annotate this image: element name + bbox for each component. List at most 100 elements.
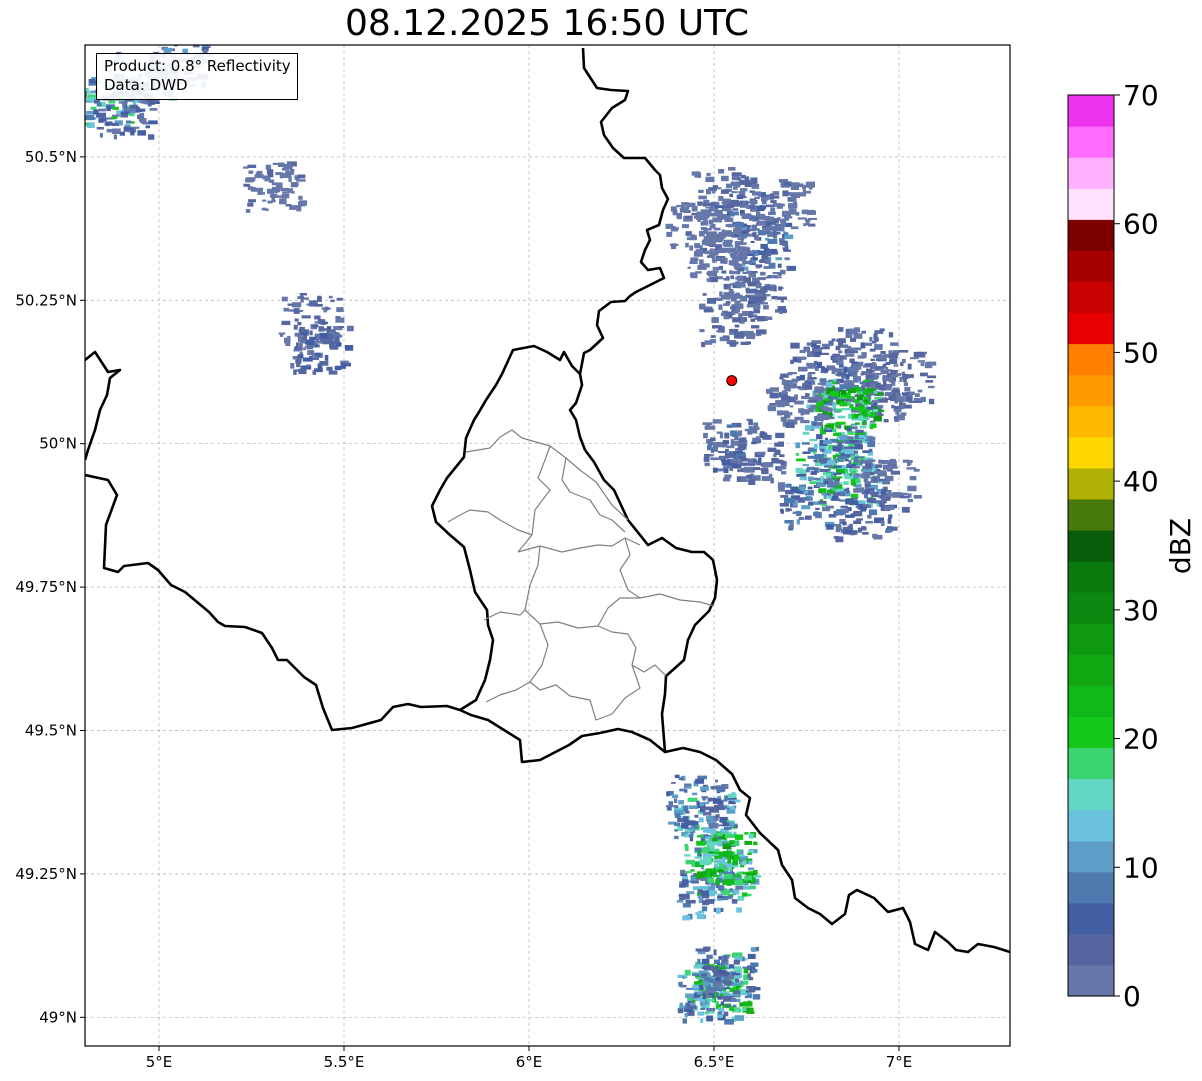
- echo-pixel: [869, 380, 875, 384]
- echo-pixel: [896, 414, 905, 421]
- echo-pixel: [752, 296, 763, 303]
- echo-pixel: [271, 187, 278, 190]
- echo-pixel: [721, 294, 726, 299]
- echo-pixel: [732, 186, 738, 190]
- echo-pixel: [736, 307, 740, 313]
- echo-pixel: [121, 111, 129, 115]
- echo-pixel: [74, 95, 84, 99]
- echo-pixel: [738, 191, 746, 194]
- echo-pixel: [801, 505, 811, 510]
- echo-pixel: [733, 959, 740, 965]
- echo-pixel: [298, 329, 303, 333]
- echo-pixel: [743, 233, 752, 237]
- echo-pixel: [248, 170, 254, 174]
- echo-pixel: [668, 801, 673, 806]
- echo-pixel: [731, 983, 740, 986]
- echo-pixel: [679, 884, 686, 888]
- echo-pixel: [750, 318, 756, 322]
- echo-pixel: [707, 885, 716, 891]
- echo-pixel: [699, 808, 706, 813]
- echo-pixel: [266, 169, 274, 175]
- echo-pixel: [722, 895, 733, 899]
- lon-tick-label: 5°E: [146, 1053, 173, 1071]
- echo-pixel: [884, 367, 889, 370]
- colorbar-segment: [1068, 188, 1114, 220]
- echo-pixel: [695, 948, 706, 952]
- echo-pixel: [738, 193, 745, 198]
- echo-pixel: [858, 415, 864, 421]
- echo-pixel: [864, 494, 869, 499]
- echo-pixel: [786, 385, 795, 389]
- echo-pixel: [869, 426, 874, 430]
- echo-pixel: [688, 834, 694, 838]
- echo-pixel: [705, 899, 715, 904]
- echo-pixel: [855, 487, 864, 493]
- echo-pixel: [752, 994, 761, 1000]
- echo-pixel: [705, 811, 710, 816]
- echo-pixel: [790, 197, 797, 202]
- echo-pixel: [927, 385, 935, 389]
- echo-pixel: [769, 392, 779, 399]
- echo-pixel: [311, 355, 317, 359]
- colorbar-segment: [1068, 623, 1114, 655]
- echo-pixel: [800, 409, 804, 416]
- echo-pixel: [697, 264, 707, 270]
- colorbar-segment: [1068, 716, 1114, 749]
- colorbar-tick-label: 70: [1123, 79, 1159, 112]
- echo-pixel: [895, 392, 899, 397]
- echo-pixel: [738, 439, 745, 443]
- colorbar-tick-label: 10: [1123, 851, 1159, 884]
- echo-pixel: [665, 805, 676, 808]
- echo-pixel: [106, 128, 115, 133]
- echo-pixel: [805, 426, 811, 431]
- echo-pixel: [741, 242, 747, 245]
- echo-pixel: [846, 473, 850, 477]
- echo-pixel: [693, 250, 703, 257]
- echo-pixel: [705, 816, 714, 821]
- echo-pixel: [718, 969, 726, 974]
- echo-pixel: [862, 390, 871, 395]
- echo-pixel: [714, 977, 721, 982]
- echo-pixel: [759, 220, 765, 225]
- echo-pixel: [906, 374, 914, 378]
- echo-pixel: [748, 479, 756, 485]
- echo-pixel: [724, 205, 734, 209]
- echo-pixel: [750, 947, 757, 952]
- echo-pixel: [843, 530, 851, 535]
- echo-pixel: [762, 462, 768, 468]
- echo-pixel: [734, 834, 744, 840]
- echo-pixel: [98, 108, 107, 112]
- echo-pixel: [685, 242, 689, 248]
- echo-pixel: [803, 497, 810, 501]
- echo-pixel: [705, 176, 715, 183]
- echo-pixel: [704, 462, 710, 467]
- echo-pixel: [723, 468, 729, 474]
- echo-pixel: [287, 335, 291, 341]
- echo-pixel: [139, 112, 144, 118]
- echo-pixel: [851, 407, 861, 411]
- echo-pixel: [307, 350, 315, 356]
- echo-pixel: [196, 35, 200, 40]
- echo-pixel: [692, 984, 699, 989]
- echo-pixel: [789, 523, 794, 529]
- echo-pixel: [721, 459, 731, 466]
- lat-tick-label: 49.25°N: [15, 865, 77, 883]
- echo-pixel: [713, 834, 717, 838]
- echo-pixel: [747, 953, 756, 959]
- echo-pixel: [735, 885, 743, 890]
- echo-pixel: [862, 503, 869, 507]
- echo-pixel: [710, 786, 715, 790]
- echo-pixel: [914, 393, 920, 397]
- echo-pixel: [781, 471, 787, 475]
- echo-pixel: [753, 841, 758, 846]
- echo-pixel: [690, 257, 699, 261]
- echo-pixel: [691, 171, 701, 176]
- echo-pixel: [682, 816, 689, 823]
- echo-pixel: [913, 495, 922, 499]
- echo-pixel: [696, 840, 706, 846]
- colorbar-segment: [1068, 902, 1114, 935]
- echo-pixel: [853, 373, 858, 378]
- echo-pixel: [293, 369, 297, 375]
- echo-pixel: [766, 276, 771, 279]
- echo-pixel: [735, 978, 739, 983]
